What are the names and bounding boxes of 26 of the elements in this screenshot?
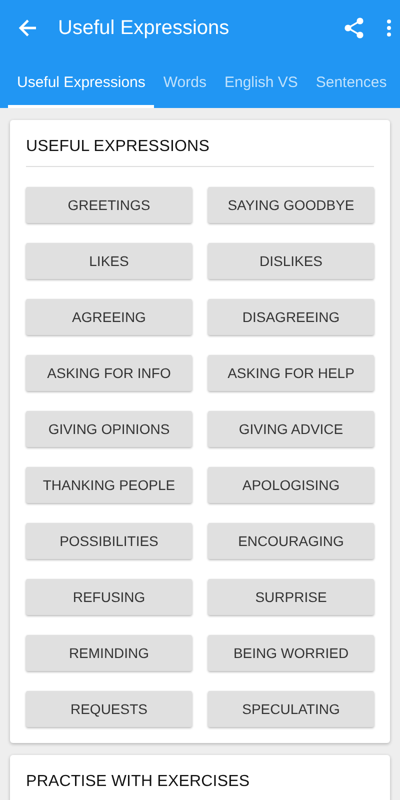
topic-button[interactable]: ASKING FOR INFO (26, 355, 192, 391)
topic-button[interactable]: AGREEING (26, 299, 192, 335)
topic-button[interactable]: REMINDING (26, 635, 192, 671)
topic-button[interactable]: SAYING GOODBYE (208, 187, 374, 223)
topic-button[interactable]: LIKES (26, 243, 192, 279)
card-title: USEFUL EXPRESSIONS (26, 138, 374, 167)
topic-button[interactable]: REQUESTS (26, 691, 192, 727)
topic-button[interactable]: REFUSING (26, 579, 192, 615)
topic-button[interactable]: THANKING PEOPLE (26, 467, 192, 503)
share-icon[interactable] (344, 17, 364, 39)
card-title: PRACTISE WITH EXERCISES (26, 773, 374, 800)
back-arrow-icon[interactable] (18, 18, 38, 38)
topic-button[interactable]: GREETINGS (26, 187, 192, 223)
topic-button[interactable]: APOLOGISING (208, 467, 374, 503)
topic-button[interactable]: GIVING ADVICE (208, 411, 374, 447)
more-menu-icon[interactable] (386, 19, 392, 37)
topic-button[interactable]: GIVING OPINIONS (26, 411, 192, 447)
topic-button[interactable]: ENCOURAGING (208, 523, 374, 559)
topic-button[interactable]: BEING WORRIED (208, 635, 374, 671)
topic-button[interactable]: SPECULATING (208, 691, 374, 727)
topic-button[interactable]: POSSIBILITIES (26, 523, 192, 559)
topic-button[interactable]: ASKING FOR HELP (208, 355, 374, 391)
topic-button[interactable]: DISLIKES (208, 243, 374, 279)
screen-title: Useful Expressions (58, 16, 230, 40)
topic-button[interactable]: DISAGREEING (208, 299, 374, 335)
topic-button[interactable]: SURPRISE (208, 579, 374, 615)
